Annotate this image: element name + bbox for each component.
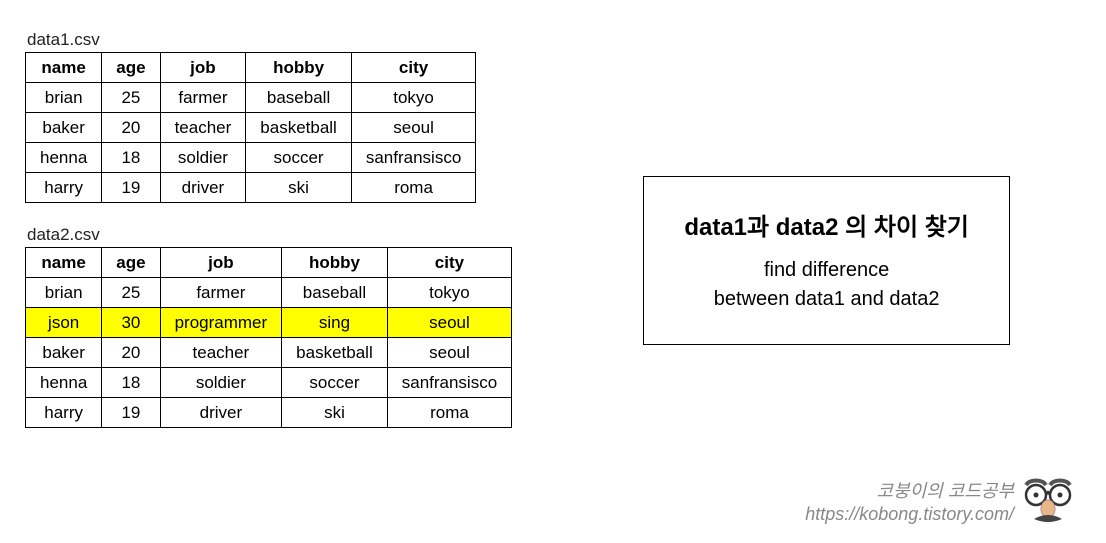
data-table: nameagejobhobbycitybrian25farmerbaseball… [25,52,476,203]
table-cell: 18 [102,143,160,173]
table-cell: 20 [102,113,160,143]
table-label: data2.csv [27,225,512,245]
tables-area: data1.csvnameagejobhobbycitybrian25farme… [25,30,512,450]
column-header: hobby [282,248,388,278]
table-cell: 30 [102,308,160,338]
column-header: job [160,248,282,278]
table-cell: baker [26,113,102,143]
table-cell: baker [26,338,102,368]
data-table: nameagejobhobbycitybrian25farmerbaseball… [25,247,512,428]
table-cell: ski [282,398,388,428]
table-cell: basketball [246,113,352,143]
table-cell: brian [26,83,102,113]
table-header-row: nameagejobhobbycity [26,53,476,83]
table-cell: soccer [282,368,388,398]
watermark-line2: https://kobong.tistory.com/ [805,503,1014,526]
table-cell: baseball [246,83,352,113]
table-cell: 19 [102,398,160,428]
info-box: data1과 data2 의 차이 찾기 find difference bet… [643,176,1010,345]
table-cell: driver [160,398,282,428]
table-cell: soldier [160,368,282,398]
table-cell: baseball [282,278,388,308]
table-cell: 25 [102,278,160,308]
table-cell: brian [26,278,102,308]
table-cell: 19 [102,173,160,203]
table-header-row: nameagejobhobbycity [26,248,512,278]
table-row: baker20teacherbasketballseoul [26,338,512,368]
table-row: baker20teacherbasketballseoul [26,113,476,143]
watermark: 코붕이의 코드공부 https://kobong.tistory.com/ [805,477,1076,525]
info-subtitle-1: find difference [684,256,969,285]
table-cell: farmer [160,83,246,113]
table-cell: seoul [387,338,511,368]
table-cell: sanfransisco [351,143,475,173]
info-subtitle-2: between data1 and data2 [684,285,969,314]
table-row: harry19driverskiroma [26,173,476,203]
table-cell: soldier [160,143,246,173]
table-cell: seoul [351,113,475,143]
table-cell: tokyo [387,278,511,308]
table-cell: teacher [160,113,246,143]
table-row: brian25farmerbaseballtokyo [26,278,512,308]
column-header: name [26,248,102,278]
glasses-mascot-icon [1020,477,1076,525]
table-cell: driver [160,173,246,203]
info-title: data1과 data2 의 차이 찾기 [684,207,969,242]
table-label: data1.csv [27,30,512,50]
table-cell: harry [26,398,102,428]
watermark-line1: 코붕이의 코드공부 [805,480,1014,503]
table-cell: henna [26,368,102,398]
table-cell: roma [351,173,475,203]
column-header: city [387,248,511,278]
table-cell: harry [26,173,102,203]
column-header: city [351,53,475,83]
column-header: age [102,248,160,278]
table-cell: ski [246,173,352,203]
table-cell: henna [26,143,102,173]
column-header: name [26,53,102,83]
table-row: henna18soldiersoccersanfransisco [26,368,512,398]
table-cell: json [26,308,102,338]
table-cell: 20 [102,338,160,368]
column-header: job [160,53,246,83]
table-row: harry19driverskiroma [26,398,512,428]
table-cell: teacher [160,338,282,368]
table-cell: basketball [282,338,388,368]
column-header: age [102,53,160,83]
table-row: henna18soldiersoccersanfransisco [26,143,476,173]
table-cell: roma [387,398,511,428]
table-cell: farmer [160,278,282,308]
table-row: json30programmersingseoul [26,308,512,338]
table-cell: sing [282,308,388,338]
table-cell: tokyo [351,83,475,113]
table-cell: 18 [102,368,160,398]
table-cell: 25 [102,83,160,113]
table-cell: seoul [387,308,511,338]
table-cell: programmer [160,308,282,338]
table-cell: sanfransisco [387,368,511,398]
column-header: hobby [246,53,352,83]
table-row: brian25farmerbaseballtokyo [26,83,476,113]
table-cell: soccer [246,143,352,173]
